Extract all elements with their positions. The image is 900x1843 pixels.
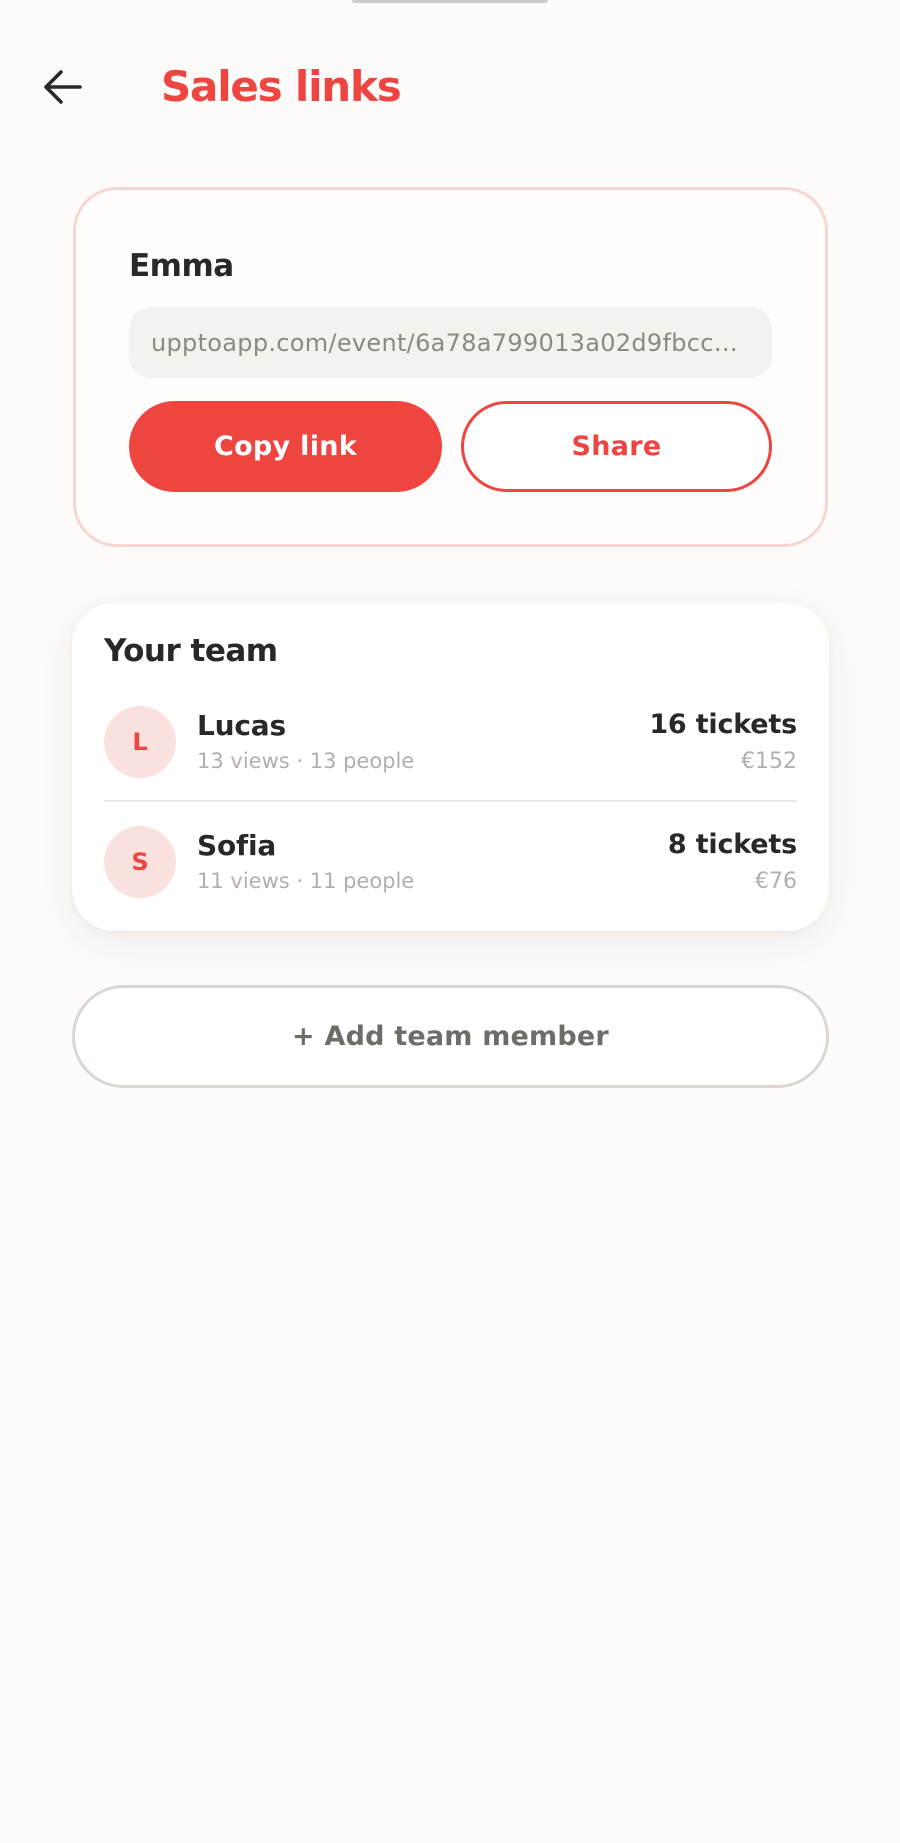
row-divider xyxy=(104,800,797,802)
member-stats: 11 views · 11 people xyxy=(197,869,415,893)
arrow-left-icon xyxy=(44,70,82,104)
link-owner-name: Emma xyxy=(129,248,234,284)
sheet-handle xyxy=(352,0,548,3)
share-button[interactable]: Share xyxy=(461,401,772,492)
personal-link-card: Emma upptoapp.com/event/6a78a799013a02d9… xyxy=(73,187,828,547)
add-team-member-button[interactable]: + Add team member xyxy=(72,985,829,1088)
member-revenue: €152 xyxy=(741,749,797,774)
copy-link-button[interactable]: Copy link xyxy=(129,401,442,492)
sales-links-screen: Sales links Emma upptoapp.com/event/6a78… xyxy=(0,0,900,1843)
page-title: Sales links xyxy=(161,62,402,111)
member-tickets: 8 tickets xyxy=(667,829,797,860)
team-card: Your team L Lucas 13 views · 13 people 1… xyxy=(72,603,829,931)
team-member-row[interactable]: S Sofia 11 views · 11 people 8 tickets €… xyxy=(104,823,797,923)
member-stats: 13 views · 13 people xyxy=(197,749,415,773)
team-member-row[interactable]: L Lucas 13 views · 13 people 16 tickets … xyxy=(104,703,797,803)
member-revenue: €76 xyxy=(755,869,797,894)
sales-link-url: upptoapp.com/event/6a78a799013a02d9fbccd… xyxy=(151,328,750,357)
member-name: Lucas xyxy=(197,709,286,742)
back-button[interactable] xyxy=(38,65,86,109)
avatar: S xyxy=(104,826,176,898)
team-title: Your team xyxy=(104,633,278,669)
member-name: Sofia xyxy=(197,829,277,862)
header: Sales links xyxy=(0,55,900,119)
avatar: L xyxy=(104,706,176,778)
sales-link-field[interactable]: upptoapp.com/event/6a78a799013a02d9fbccd… xyxy=(129,307,772,378)
member-tickets: 16 tickets xyxy=(649,709,797,740)
